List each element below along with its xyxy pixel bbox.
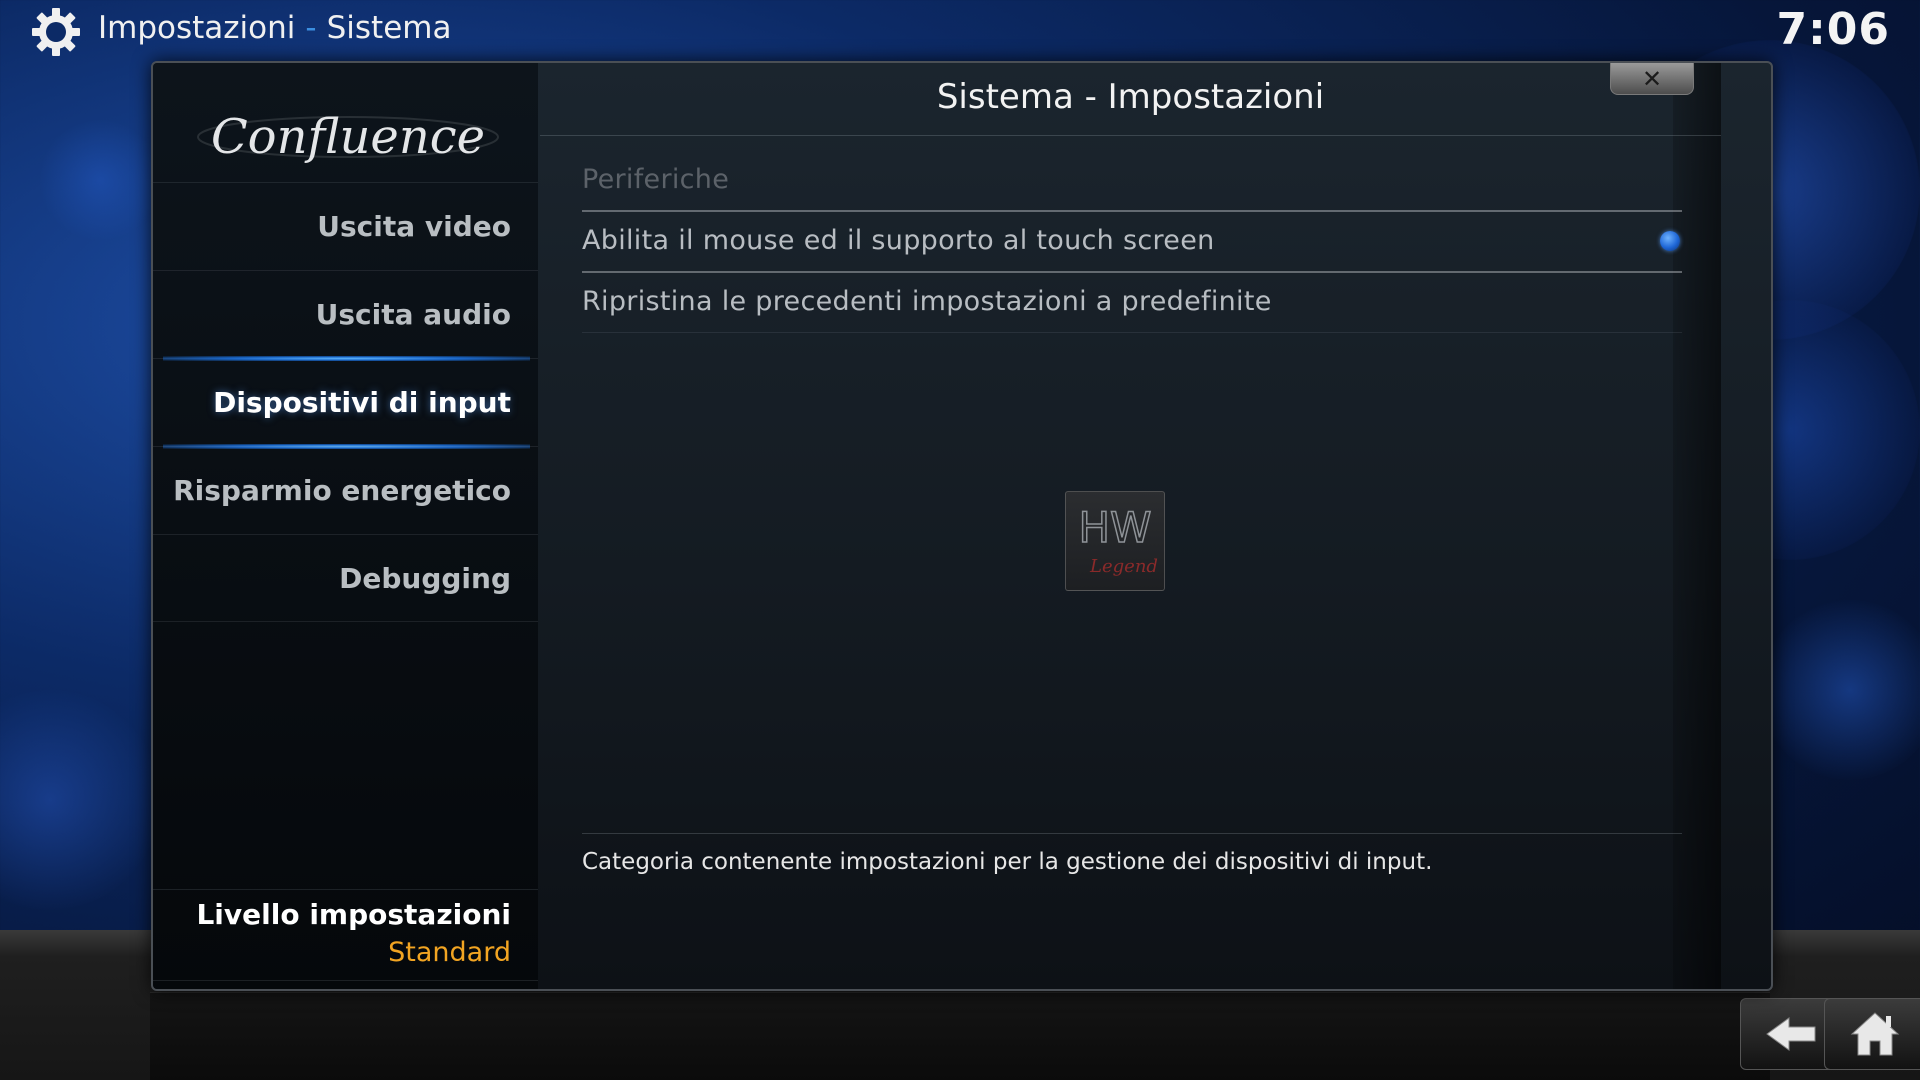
sidebar-item-label: Risparmio energetico bbox=[173, 474, 511, 507]
sidebar-nav: Uscita video Uscita audio Dispositivi di… bbox=[153, 182, 538, 622]
sidebar-item-label: Debugging bbox=[339, 562, 511, 595]
category-description: Categoria contenente impostazioni per la… bbox=[582, 849, 1433, 875]
sidebar-item-uscita-video[interactable]: Uscita video bbox=[153, 182, 538, 270]
setting-label: Periferiche bbox=[582, 164, 730, 195]
sidebar-item-uscita-audio[interactable]: Uscita audio bbox=[153, 270, 538, 358]
svg-text:HW: HW bbox=[1078, 503, 1151, 552]
clock: 7:06 bbox=[1776, 4, 1890, 55]
settings-level-label: Livello impostazioni bbox=[196, 898, 511, 931]
sidebar-item-debugging[interactable]: Debugging bbox=[153, 534, 538, 622]
sidebar-item-risparmio-energetico[interactable]: Risparmio energetico bbox=[153, 446, 538, 534]
top-bar: Impostazioni - Sistema 7:06 bbox=[0, 0, 1920, 60]
sidebar-item-label: Dispositivi di input bbox=[213, 386, 511, 419]
sidebar-item-label: Uscita audio bbox=[315, 298, 511, 331]
sidebar-item-dispositivi-di-input[interactable]: Dispositivi di input bbox=[153, 356, 538, 449]
settings-list: Periferiche Abilita il mouse ed il suppo… bbox=[582, 151, 1682, 333]
sidebar: Confluence Uscita video Uscita audio Dis… bbox=[153, 63, 538, 989]
close-icon: ✕ bbox=[1641, 64, 1663, 93]
breadcrumb-page: Sistema bbox=[326, 10, 452, 46]
setting-label: Ripristina le precedenti impostazioni a … bbox=[582, 286, 1272, 317]
settings-level-button[interactable]: Livello impostazioni Standard bbox=[153, 889, 538, 981]
svg-text:Legend: Legend bbox=[1089, 556, 1158, 577]
settings-content: Sistema - Impostazioni Periferiche Abili… bbox=[540, 63, 1721, 989]
close-button[interactable]: ✕ bbox=[1610, 63, 1694, 95]
confluence-logo: Confluence bbox=[197, 109, 499, 165]
settings-dialog: Confluence Uscita video Uscita audio Dis… bbox=[151, 61, 1773, 991]
watermark-logo: HW Legend bbox=[1065, 491, 1165, 591]
setting-enable-mouse-touch[interactable]: Abilita il mouse ed il supporto al touch… bbox=[582, 212, 1682, 273]
title-divider bbox=[540, 135, 1721, 136]
home-button[interactable] bbox=[1824, 998, 1920, 1070]
settings-level-value: Standard bbox=[388, 937, 511, 968]
category-heading-periferiche: Periferiche bbox=[582, 151, 1682, 212]
back-arrow-icon bbox=[1766, 1017, 1816, 1051]
radio-on-icon[interactable] bbox=[1660, 231, 1680, 251]
gear-icon bbox=[32, 8, 80, 56]
breadcrumb-section: Impostazioni bbox=[98, 10, 296, 46]
home-icon bbox=[1850, 1012, 1900, 1056]
description-divider bbox=[582, 833, 1682, 834]
sidebar-item-label: Uscita video bbox=[317, 210, 511, 243]
svg-text:Confluence: Confluence bbox=[211, 109, 485, 165]
breadcrumb-separator: - bbox=[305, 10, 317, 46]
breadcrumb: Impostazioni - Sistema bbox=[98, 10, 451, 46]
bottom-panel bbox=[150, 992, 1770, 1080]
setting-label: Abilita il mouse ed il supporto al touch… bbox=[582, 225, 1215, 256]
dialog-title: Sistema - Impostazioni bbox=[936, 77, 1325, 117]
setting-reset-defaults[interactable]: Ripristina le precedenti impostazioni a … bbox=[582, 273, 1682, 333]
